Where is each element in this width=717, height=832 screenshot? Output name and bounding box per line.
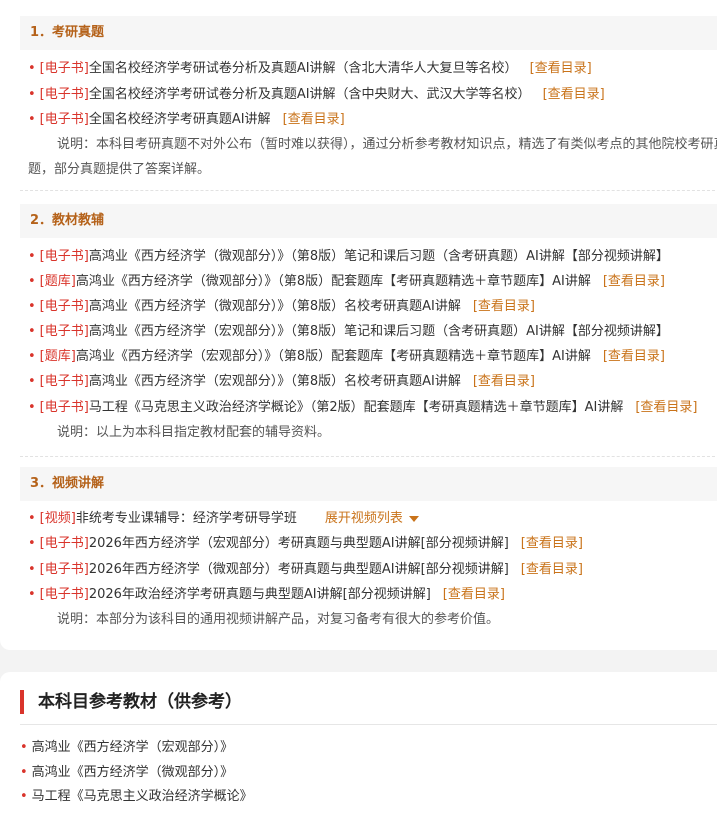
list-item[interactable]: • [电子书]2026年政治经济学考研真题与典型题AI讲解[部分视频讲解] [查看目…	[28, 585, 505, 605]
bullet-icon: •	[28, 299, 36, 314]
view-catalog-link[interactable]: [查看目录]	[603, 349, 665, 364]
item-tag: [电子书]	[39, 536, 89, 551]
section-header-textbooks: 2．教材教辅	[20, 204, 717, 238]
item-title-link[interactable]: 高鸿业《西方经济学（微观部分）》（第8版）名校考研真题AI讲解	[89, 299, 461, 314]
divider	[20, 456, 717, 457]
bullet-icon: •	[28, 274, 36, 289]
note-line: 题，部分真题提供了答案详解。	[28, 162, 211, 177]
reference-book: • 马工程《马克思主义政治经济学概论》	[20, 787, 253, 807]
list-item[interactable]: • [题库]高鸿业《西方经济学（宏观部分）》（第8版）配套题库【考研真题精选＋章节…	[28, 347, 665, 367]
bullet-icon: •	[28, 536, 36, 551]
section-note: 说明：本科目考研真题不对外公布（暂时难以获得），通过分析参考教材知识点，精选了有…	[28, 132, 717, 182]
item-tag: [题库]	[39, 274, 76, 289]
expand-label: 展开视频列表	[324, 511, 403, 526]
item-title-link[interactable]: 马工程《马克思主义政治经济学概论》（第2版）配套题库【考研真题精选＋章节题库】A…	[89, 400, 624, 415]
reference-title: 本科目参考教材（供参考）	[20, 690, 242, 714]
list-item[interactable]: • [电子书]高鸿业《西方经济学（宏观部分）》（第8版）笔记和课后习题（含考研真题…	[28, 322, 669, 342]
item-title-link[interactable]: 全国名校经济学考研真题AI讲解	[89, 112, 271, 127]
view-catalog-link[interactable]: [查看目录]	[521, 562, 583, 577]
view-catalog-link[interactable]: [查看目录]	[543, 87, 605, 102]
list-item[interactable]: • [电子书]2026年西方经济学（微观部分）考研真题与典型题AI讲解[部分视频讲…	[28, 560, 583, 580]
item-tag: [电子书]	[39, 87, 89, 102]
view-catalog-link[interactable]: [查看目录]	[603, 274, 665, 289]
divider	[20, 724, 717, 725]
item-title-link[interactable]: 全国名校经济学考研试卷分析及真题AI讲解（含中央财大、武汉大学等名校）	[89, 87, 531, 102]
bullet-icon: •	[28, 511, 36, 526]
section-note: 说明：以上为本科目指定教材配套的辅导资料。	[28, 420, 717, 445]
item-title-link[interactable]: 2026年西方经济学（微观部分）考研真题与典型题AI讲解[部分视频讲解]	[89, 562, 509, 577]
item-tag: [电子书]	[39, 299, 89, 314]
book-title: 马工程《马克思主义政治经济学概论》	[31, 789, 253, 804]
view-catalog-link[interactable]: [查看目录]	[635, 400, 697, 415]
list-item[interactable]: • [电子书]2026年西方经济学（宏观部分）考研真题与典型题AI讲解[部分视频讲…	[28, 534, 583, 554]
bullet-icon: •	[28, 400, 36, 415]
bullet-icon: •	[28, 349, 36, 364]
list-item[interactable]: • [电子书]全国名校经济学考研试卷分析及真题AI讲解（含中央财大、武汉大学等名校…	[28, 85, 605, 105]
expand-video-list-link[interactable]: 展开视频列表	[325, 511, 419, 526]
view-catalog-link[interactable]: [查看目录]	[473, 374, 535, 389]
reference-book: • 高鸿业《西方经济学（宏观部分）》	[20, 738, 233, 758]
item-tag: [视频]	[39, 511, 76, 526]
note-line: 说明：以上为本科目指定教材配套的辅导资料。	[57, 425, 331, 440]
note-line: 说明：本部分为该科目的通用视频讲解产品，对复习备考有很大的参考价值。	[57, 612, 500, 627]
item-title-link[interactable]: 非统考专业课辅导：经济学考研导学班	[76, 511, 297, 526]
book-title: 高鸿业《西方经济学（微观部分）》	[31, 765, 234, 780]
bullet-icon: •	[20, 789, 28, 804]
bullet-icon: •	[20, 740, 28, 755]
reference-card: 本科目参考教材（供参考） • 高鸿业《西方经济学（宏观部分）》 • 高鸿业《西方经济…	[0, 672, 717, 832]
item-title-link[interactable]: 高鸿业《西方经济学（微观部分）》（第8版）配套题库【考研真题精选＋章节题库】AI…	[76, 274, 591, 289]
bullet-icon: •	[20, 765, 28, 780]
item-title-link[interactable]: 2026年西方经济学（宏观部分）考研真题与典型题AI讲解[部分视频讲解]	[89, 536, 509, 551]
item-title-link[interactable]: 高鸿业《西方经济学（宏观部分）》（第8版）配套题库【考研真题精选＋章节题库】AI…	[76, 349, 591, 364]
item-tag: [电子书]	[39, 112, 89, 127]
reference-book: • 高鸿业《西方经济学（微观部分）》	[20, 763, 233, 783]
list-item[interactable]: • [电子书]全国名校经济学考研真题AI讲解 [查看目录]	[28, 110, 345, 130]
list-item[interactable]: • [题库]高鸿业《西方经济学（微观部分）》（第8版）配套题库【考研真题精选＋章节…	[28, 272, 665, 292]
list-item[interactable]: • [电子书]马工程《马克思主义政治经济学概论》（第2版）配套题库【考研真题精选＋…	[28, 398, 697, 418]
note-line: 说明：本科目考研真题不对外公布（暂时难以获得），通过分析参考教材知识点，精选了有…	[57, 137, 717, 152]
view-catalog-link[interactable]: [查看目录]	[473, 299, 535, 314]
book-title: 高鸿业《西方经济学（宏观部分）》	[31, 740, 234, 755]
item-title-link[interactable]: 2026年政治经济学考研真题与典型题AI讲解[部分视频讲解]	[89, 587, 431, 602]
item-tag: [电子书]	[39, 249, 89, 264]
view-catalog-link[interactable]: [查看目录]	[443, 587, 505, 602]
bullet-icon: •	[28, 374, 36, 389]
list-item[interactable]: • [电子书]高鸿业《西方经济学（微观部分）》（第8版）笔记和课后习题（含考研真题…	[28, 247, 669, 267]
item-tag: [电子书]	[39, 587, 89, 602]
view-catalog-link[interactable]: [查看目录]	[530, 61, 592, 76]
item-tag: [题库]	[39, 349, 76, 364]
item-title-link[interactable]: 高鸿业《西方经济学（微观部分）》（第8版）笔记和课后习题（含考研真题）AI讲解【…	[89, 249, 669, 264]
item-tag: [电子书]	[39, 374, 89, 389]
item-tag: [电子书]	[39, 400, 89, 415]
section-header-video: 3．视频讲解	[20, 467, 717, 501]
caret-down-icon	[408, 515, 419, 522]
divider	[20, 190, 717, 191]
item-title-link[interactable]: 高鸿业《西方经济学（宏观部分）》（第8版）名校考研真题AI讲解	[89, 374, 461, 389]
item-title-link[interactable]: 高鸿业《西方经济学（宏观部分）》（第8版）笔记和课后习题（含考研真题）AI讲解【…	[89, 324, 669, 339]
item-tag: [电子书]	[39, 61, 89, 76]
bullet-icon: •	[28, 249, 36, 264]
view-catalog-link[interactable]: [查看目录]	[521, 536, 583, 551]
bullet-icon: •	[28, 61, 36, 76]
bullet-icon: •	[28, 562, 36, 577]
list-item[interactable]: • [电子书]高鸿业《西方经济学（微观部分）》（第8版）名校考研真题AI讲解 [查看…	[28, 297, 535, 317]
item-title-link[interactable]: 全国名校经济学考研试卷分析及真题AI讲解（含北大清华人大复旦等名校）	[89, 61, 518, 76]
item-tag: [电子书]	[39, 562, 89, 577]
bullet-icon: •	[28, 112, 36, 127]
resource-card: 1．考研真题 • [电子书]全国名校经济学考研试卷分析及真题AI讲解（含北大清华人…	[0, 0, 717, 650]
bullet-icon: •	[28, 587, 36, 602]
item-tag: [电子书]	[39, 324, 89, 339]
view-catalog-link[interactable]: [查看目录]	[283, 112, 345, 127]
bullet-icon: •	[28, 87, 36, 102]
bullet-icon: •	[28, 324, 36, 339]
section-header-exam-papers: 1．考研真题	[20, 16, 717, 50]
section-note: 说明：本部分为该科目的通用视频讲解产品，对复习备考有很大的参考价值。	[28, 607, 717, 632]
list-item[interactable]: • [电子书]全国名校经济学考研试卷分析及真题AI讲解（含北大清华人大复旦等名校）…	[28, 59, 592, 79]
list-item[interactable]: • [电子书]高鸿业《西方经济学（宏观部分）》（第8版）名校考研真题AI讲解 [查看…	[28, 372, 535, 392]
list-item[interactable]: • [视频]非统考专业课辅导：经济学考研导学班 展开视频列表	[28, 509, 419, 529]
